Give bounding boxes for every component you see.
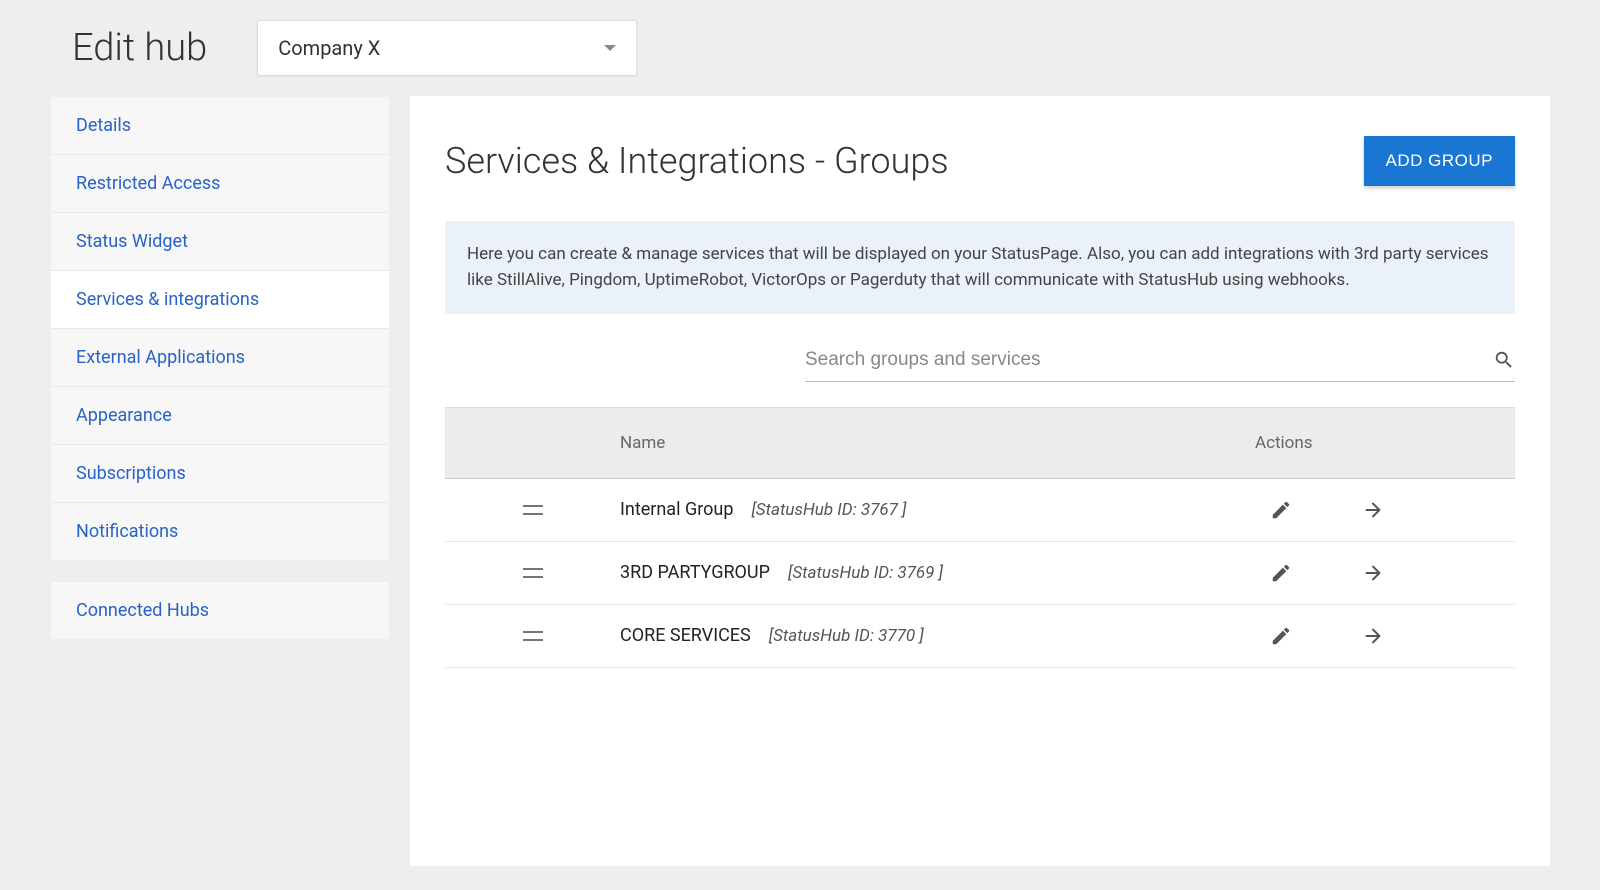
table-row: Internal Group [StatusHub ID: 3767 ]	[445, 479, 1515, 542]
group-id: [StatusHub ID: 3770 ]	[769, 626, 924, 646]
caret-down-icon	[604, 45, 616, 51]
group-name: Internal Group	[620, 499, 733, 520]
sidebar-item-label: Appearance	[76, 405, 172, 426]
th-name: Name	[620, 433, 1255, 453]
sidebar-item-services-integrations[interactable]: Services & integrations	[51, 271, 389, 329]
table-row: CORE SERVICES [StatusHub ID: 3770 ]	[445, 605, 1515, 668]
group-id: [StatusHub ID: 3769 ]	[788, 563, 943, 583]
group-name: 3RD PARTYGROUP	[620, 562, 770, 583]
header: Edit hub Company X	[0, 0, 1600, 96]
sidebar-item-label: Status Widget	[76, 231, 188, 252]
table-header: Name Actions	[445, 407, 1515, 479]
th-actions: Actions	[1255, 433, 1515, 453]
sidebar-item-label: Notifications	[76, 521, 178, 542]
drag-handle-icon[interactable]	[523, 568, 543, 578]
group-id: [StatusHub ID: 3767 ]	[751, 500, 906, 520]
arrow-right-icon[interactable]	[1362, 499, 1384, 521]
td-drag	[445, 568, 620, 578]
sidebar-group-secondary: Connected Hubs	[50, 581, 390, 640]
edit-icon[interactable]	[1270, 499, 1292, 521]
td-name: CORE SERVICES [StatusHub ID: 3770 ]	[620, 625, 1255, 646]
sidebar-item-appearance[interactable]: Appearance	[51, 387, 389, 445]
td-name: Internal Group [StatusHub ID: 3767 ]	[620, 499, 1255, 520]
td-actions	[1255, 625, 1515, 647]
sidebar-item-label: Subscriptions	[76, 463, 186, 484]
sidebar-item-notifications[interactable]: Notifications	[51, 503, 389, 560]
main-content: Services & Integrations - Groups ADD GRO…	[410, 96, 1550, 866]
arrow-right-icon[interactable]	[1362, 625, 1384, 647]
groups-table: Name Actions Internal Group [StatusHub I…	[445, 407, 1515, 668]
search-row	[805, 349, 1515, 382]
sidebar-group-main: Details Restricted Access Status Widget …	[50, 96, 390, 561]
sidebar-item-label: Connected Hubs	[76, 600, 209, 621]
td-actions	[1255, 499, 1515, 521]
sidebar-item-label: External Applications	[76, 347, 245, 368]
sidebar-item-details[interactable]: Details	[51, 97, 389, 155]
th-drag	[445, 433, 620, 453]
add-group-button[interactable]: ADD GROUP	[1364, 136, 1515, 186]
company-select-label: Company X	[278, 36, 380, 60]
table-row: 3RD PARTYGROUP [StatusHub ID: 3769 ]	[445, 542, 1515, 605]
sidebar: Details Restricted Access Status Widget …	[50, 96, 390, 866]
sidebar-item-status-widget[interactable]: Status Widget	[51, 213, 389, 271]
td-drag	[445, 631, 620, 641]
td-name: 3RD PARTYGROUP [StatusHub ID: 3769 ]	[620, 562, 1255, 583]
drag-handle-icon[interactable]	[523, 631, 543, 641]
panel: Services & Integrations - Groups ADD GRO…	[445, 136, 1515, 668]
edit-icon[interactable]	[1270, 562, 1292, 584]
panel-title: Services & Integrations - Groups	[445, 140, 949, 182]
panel-header: Services & Integrations - Groups ADD GRO…	[445, 136, 1515, 186]
sidebar-item-label: Details	[76, 115, 131, 136]
sidebar-item-restricted-access[interactable]: Restricted Access	[51, 155, 389, 213]
search-icon[interactable]	[1493, 349, 1515, 371]
td-actions	[1255, 562, 1515, 584]
group-name: CORE SERVICES	[620, 625, 751, 646]
sidebar-item-connected-hubs[interactable]: Connected Hubs	[51, 582, 389, 639]
td-drag	[445, 505, 620, 515]
drag-handle-icon[interactable]	[523, 505, 543, 515]
search-input[interactable]	[805, 349, 1493, 371]
page-title: Edit hub	[72, 26, 207, 70]
sidebar-item-label: Services & integrations	[76, 289, 259, 310]
sidebar-item-label: Restricted Access	[76, 173, 220, 194]
edit-icon[interactable]	[1270, 625, 1292, 647]
sidebar-item-external-applications[interactable]: External Applications	[51, 329, 389, 387]
info-box: Here you can create & manage services th…	[445, 221, 1515, 314]
layout: Details Restricted Access Status Widget …	[0, 96, 1600, 866]
arrow-right-icon[interactable]	[1362, 562, 1384, 584]
company-select[interactable]: Company X	[257, 20, 637, 76]
sidebar-item-subscriptions[interactable]: Subscriptions	[51, 445, 389, 503]
